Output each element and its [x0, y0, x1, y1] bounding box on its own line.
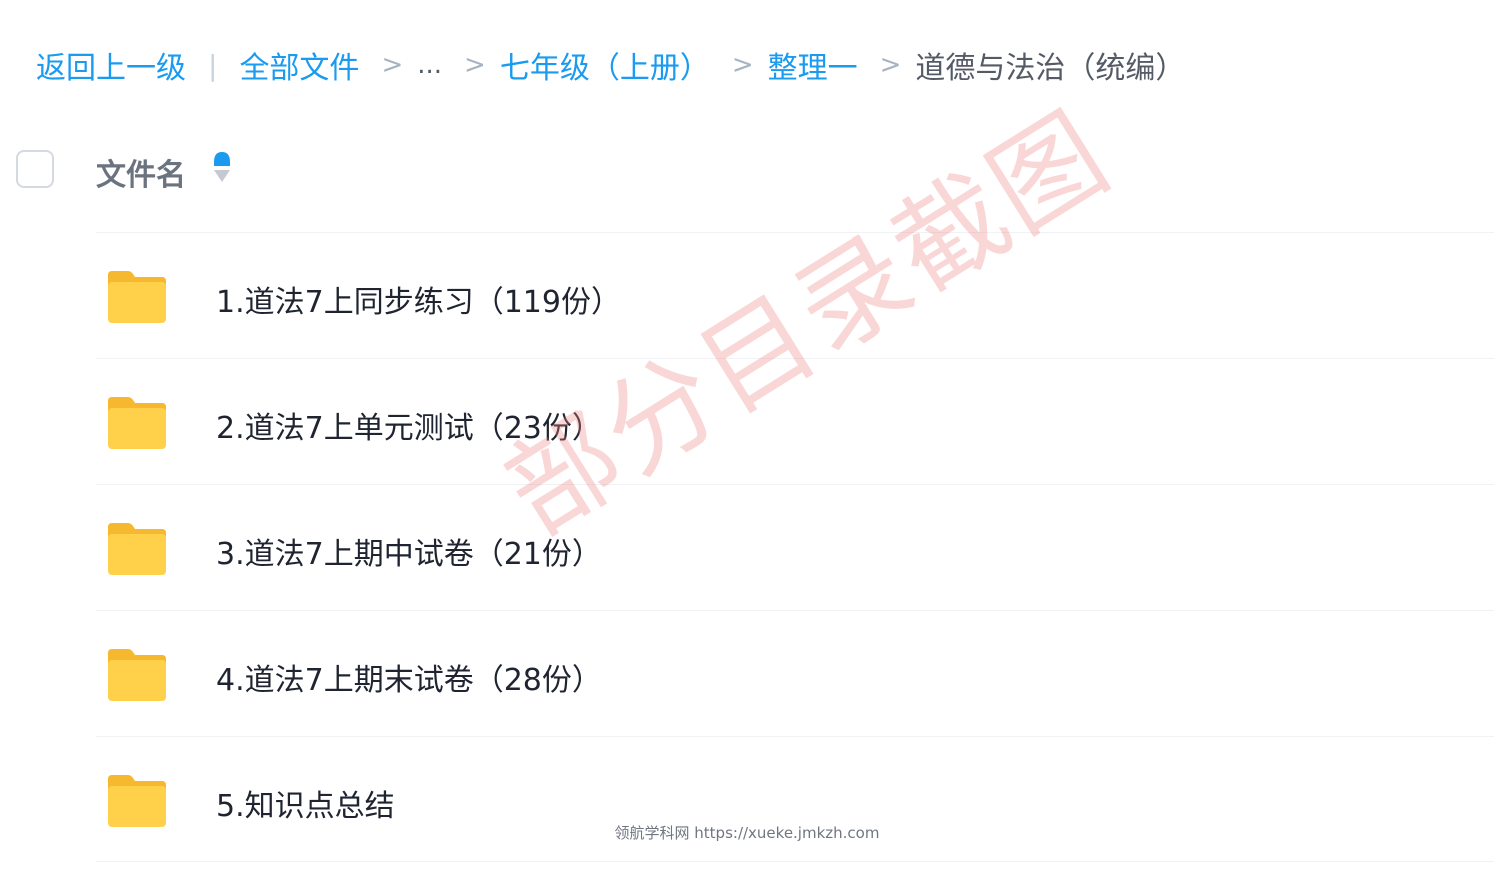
breadcrumb-ellipsis[interactable]: ...: [417, 50, 442, 80]
select-all-checkbox[interactable]: [16, 150, 54, 188]
folder-name[interactable]: 1.道法7上同步练习（119份）: [216, 277, 621, 321]
folder-name[interactable]: 3.道法7上期中试卷（21份）: [216, 529, 602, 573]
breadcrumb: 返回上一级 | 全部文件 > ... > 七年级（上册） > 整理一 > 道德与…: [36, 40, 1185, 90]
breadcrumb-all-files[interactable]: 全部文件: [239, 43, 359, 87]
breadcrumb-separator: >: [464, 50, 486, 80]
back-link[interactable]: 返回上一级: [36, 43, 186, 87]
breadcrumb-current: 道德与法治（统编）: [915, 51, 1186, 86]
file-list-header: 文件名: [0, 140, 1494, 200]
breadcrumb-grade-seven[interactable]: 七年级（上册）: [500, 43, 710, 87]
file-row[interactable]: 3.道法7上期中试卷（21份）: [96, 484, 1494, 610]
file-row[interactable]: 5.知识点总结: [96, 736, 1494, 862]
breadcrumb-separator: >: [731, 50, 754, 80]
folder-name[interactable]: 5.知识点总结: [216, 781, 395, 825]
folder-name[interactable]: 2.道法7上单元测试（23份）: [216, 403, 602, 447]
folder-icon: [108, 397, 166, 449]
file-row[interactable]: 2.道法7上单元测试（23份）: [96, 358, 1494, 484]
folder-icon: [108, 271, 166, 323]
file-list: 1.道法7上同步练习（119份） 2.道法7上单元测试（23份） 3.道法7上期…: [96, 232, 1494, 862]
footer-site-text: 领航学科网 https://xueke.jmkzh.com: [614, 824, 880, 842]
file-row[interactable]: 4.道法7上期末试卷（28份）: [96, 610, 1494, 736]
breadcrumb-separator: >: [381, 50, 404, 80]
breadcrumb-divider: |: [208, 48, 218, 82]
folder-icon: [108, 523, 166, 575]
breadcrumb-collection-one[interactable]: 整理一: [768, 43, 858, 87]
file-row[interactable]: 1.道法7上同步练习（119份）: [96, 232, 1494, 358]
sort-icon[interactable]: [210, 150, 234, 186]
file-browser-page: 返回上一级 | 全部文件 > ... > 七年级（上册） > 整理一 > 道德与…: [0, 0, 1494, 874]
folder-name[interactable]: 4.道法7上期末试卷（28份）: [216, 655, 602, 699]
folder-icon: [108, 775, 166, 827]
column-title-filename: 文件名: [96, 158, 186, 193]
folder-icon: [108, 649, 166, 701]
breadcrumb-separator: >: [879, 50, 902, 80]
